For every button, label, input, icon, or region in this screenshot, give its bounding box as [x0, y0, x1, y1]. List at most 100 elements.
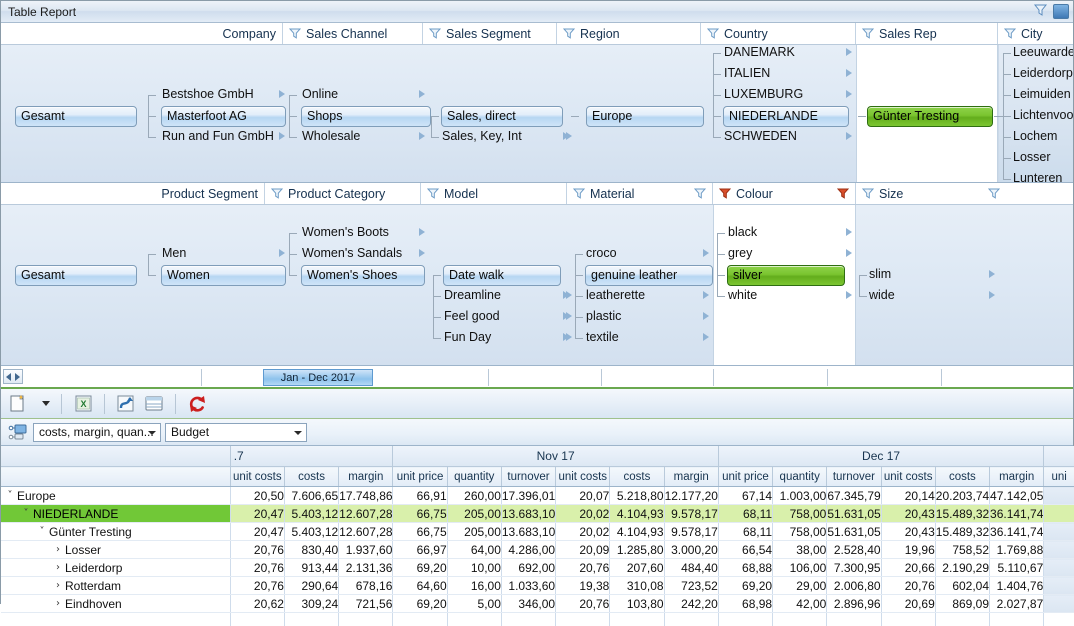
table-cell[interactable]: 5.218,80 — [610, 487, 664, 505]
table-cell[interactable]: 20,47 — [230, 505, 284, 523]
node-colour-3[interactable]: white — [728, 288, 757, 303]
table-cell[interactable]: 1.003,00 — [773, 487, 827, 505]
table-cell[interactable]: 20,76 — [230, 559, 284, 577]
node-company-2[interactable]: Run and Fun GmbH — [162, 129, 274, 144]
node-city-1[interactable]: Leiderdorp — [1013, 66, 1073, 81]
grid-column-header[interactable]: margin — [990, 467, 1044, 487]
table-cell[interactable]: 4.104,93 — [610, 523, 664, 541]
table-cell[interactable]: 692,00 — [501, 559, 555, 577]
table-cell[interactable]: 36.141,74 — [990, 505, 1044, 523]
expand-arrow-icon[interactable] — [419, 90, 425, 98]
table-cell[interactable]: 69,20 — [718, 577, 772, 595]
expand-arrow-icon[interactable] — [989, 270, 995, 278]
measure-selector-icon[interactable] — [7, 421, 29, 443]
expand-arrow-icon[interactable] — [279, 249, 285, 257]
column-header-company[interactable]: Company — [1, 23, 283, 44]
filter-icon[interactable] — [837, 188, 849, 199]
filter-icon[interactable] — [427, 188, 439, 199]
node-material-4[interactable]: textile — [586, 330, 619, 345]
table-cell[interactable]: 5.110,67 — [990, 559, 1044, 577]
table-cell[interactable]: 20,76 — [881, 577, 935, 595]
table-cell[interactable]: 20,43 — [881, 523, 935, 541]
node-product-category-1[interactable]: Women's Sandals — [302, 246, 402, 261]
table-cell[interactable]: 20,66 — [881, 559, 935, 577]
node-company-1[interactable]: Masterfoot AG — [161, 106, 286, 127]
table-cell[interactable]: 1.937,60 — [339, 541, 393, 559]
table-cell[interactable]: 5.403,12 — [284, 505, 338, 523]
table-cell[interactable]: 12.607,28 — [339, 523, 393, 541]
filter-icon[interactable] — [563, 28, 575, 39]
node-gesamt[interactable]: Gesamt — [15, 106, 137, 127]
expand-arrow-icon[interactable] — [566, 333, 572, 341]
table-cell[interactable]: 68,11 — [718, 505, 772, 523]
node-country-3[interactable]: NIEDERLANDE — [723, 106, 849, 127]
table-cell[interactable]: 12.607,28 — [339, 505, 393, 523]
table-cell[interactable]: 260,00 — [447, 487, 501, 505]
node-country-4[interactable]: SCHWEDEN — [724, 129, 797, 144]
table-cell[interactable]: 66,97 — [393, 541, 447, 559]
chevron-down-icon[interactable]: ˅ — [19, 508, 33, 519]
chevron-right-icon[interactable]: › — [51, 562, 65, 573]
node-sales-rep-0[interactable]: Günter Tresting — [867, 106, 993, 127]
filter-icon[interactable] — [707, 28, 719, 39]
table-row[interactable]: ˅Günter Tresting20,475.403,1212.607,2866… — [1, 523, 1074, 541]
node-country-0[interactable]: DANEMARK — [724, 45, 795, 60]
table-cell[interactable]: 3.000,20 — [664, 541, 718, 559]
node-region-0[interactable]: Europe — [586, 106, 704, 127]
table-cell[interactable]: 602,04 — [935, 577, 989, 595]
period-slider-bar[interactable]: Jan - Dec 2017 — [1, 366, 1073, 389]
table-cell[interactable]: 66,54 — [718, 541, 772, 559]
grid-column-header[interactable]: turnover — [827, 467, 881, 487]
new-document-dropdown[interactable] — [41, 393, 51, 415]
period-chip[interactable]: Jan - Dec 2017 — [263, 369, 373, 386]
table-cell[interactable]: 1.769,88 — [990, 541, 1044, 559]
table-cell[interactable]: 66,75 — [393, 523, 447, 541]
column-header-product-category[interactable]: Product Category — [265, 183, 421, 204]
table-cell[interactable]: 758,00 — [773, 523, 827, 541]
node-product-segment-1[interactable]: Women — [161, 265, 286, 286]
filter-icon[interactable] — [429, 28, 441, 39]
new-document-icon[interactable] — [7, 393, 29, 415]
expand-arrow-icon[interactable] — [989, 291, 995, 299]
table-cell[interactable]: 36.141,74 — [990, 523, 1044, 541]
filter-icon[interactable] — [271, 188, 283, 199]
column-header-sales-rep[interactable]: Sales Rep — [856, 23, 998, 44]
column-header-city[interactable]: City — [998, 23, 1073, 44]
column-header-sales-segment[interactable]: Sales Segment — [423, 23, 557, 44]
table-cell[interactable]: 723,52 — [664, 577, 718, 595]
node-company-0[interactable]: Bestshoe GmbH — [162, 87, 254, 102]
chevron-down-icon[interactable]: ˅ — [35, 526, 49, 537]
node-city-2[interactable]: Leimuiden — [1013, 87, 1071, 102]
table-cell[interactable]: 758,52 — [935, 541, 989, 559]
node-country-2[interactable]: LUXEMBURG — [724, 87, 803, 102]
node-model-2[interactable]: Feel good — [444, 309, 500, 324]
table-cell[interactable]: 205,00 — [447, 505, 501, 523]
table-cell[interactable]: 2.190,29 — [935, 559, 989, 577]
grid-column-header[interactable]: margin — [664, 467, 718, 487]
table-cell[interactable]: 20,50 — [230, 487, 284, 505]
filter-icon[interactable] — [694, 188, 706, 199]
table-cell[interactable]: 51.631,05 — [827, 505, 881, 523]
table-cell[interactable]: 15.489,32 — [935, 523, 989, 541]
grid-group-header[interactable]: .7 — [230, 446, 393, 467]
expand-arrow-icon[interactable] — [566, 291, 572, 299]
row-label-cell[interactable]: ›Rotterdam — [1, 577, 230, 595]
expand-arrow-icon[interactable] — [419, 132, 425, 140]
table-cell[interactable]: 68,88 — [718, 559, 772, 577]
node-size-0[interactable]: slim — [869, 267, 891, 282]
chevron-down-icon[interactable]: ˅ — [3, 490, 17, 501]
table-cell[interactable]: 17.748,86 — [339, 487, 393, 505]
filter-icon[interactable] — [719, 188, 731, 199]
expand-arrow-icon[interactable] — [846, 69, 852, 77]
table-cell[interactable]: 20,76 — [556, 559, 610, 577]
table-cell[interactable]: 13.683,10 — [501, 505, 555, 523]
node-sales-channel-1[interactable]: Shops — [301, 106, 431, 127]
table-cell[interactable]: 7.300,95 — [827, 559, 881, 577]
expand-arrow-icon[interactable] — [846, 291, 852, 299]
node-size-1[interactable]: wide — [869, 288, 895, 303]
table-cell[interactable]: 15.489,32 — [935, 505, 989, 523]
node-material-0[interactable]: croco — [586, 246, 617, 261]
table-cell[interactable]: 38,00 — [773, 541, 827, 559]
table-cell[interactable]: 758,00 — [773, 505, 827, 523]
expand-arrow-icon[interactable] — [279, 90, 285, 98]
